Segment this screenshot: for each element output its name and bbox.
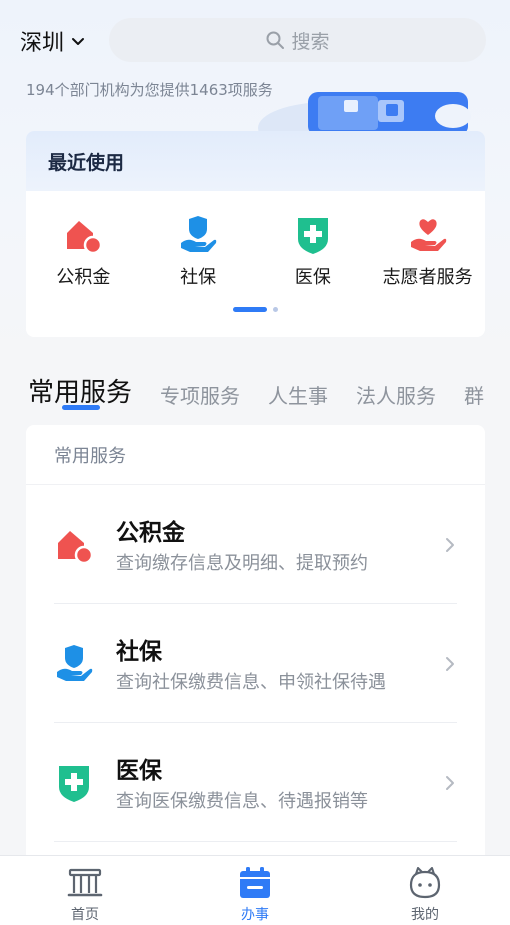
house-fund-icon — [67, 221, 103, 255]
medical-insurance-icon — [59, 766, 89, 802]
service-item-desc: 查询医保缴费信息、待遇报销等 — [116, 791, 368, 812]
recent-item-medical-insurance[interactable]: 医保 — [256, 215, 371, 289]
tab-groups[interactable]: 群 — [464, 382, 484, 410]
city-selector[interactable]: 深圳 — [20, 26, 86, 56]
tab-legal-person-services[interactable]: 法人服务 — [356, 382, 436, 410]
search-icon — [266, 31, 285, 49]
service-item-medical-insurance[interactable]: 医保 查询医保缴费信息、待遇报销等 — [54, 723, 457, 842]
city-name: 深圳 — [20, 31, 65, 56]
social-security-icon — [57, 645, 93, 681]
service-item-name: 医保 — [116, 758, 162, 784]
service-item-desc: 查询社保缴费信息、申领社保待遇 — [116, 672, 386, 693]
tab-special-services[interactable]: 专项服务 — [160, 382, 240, 410]
service-tabs: 常用服务 专项服务 人生事 法人服务 群 — [0, 360, 510, 410]
nav-label: 首页 — [71, 907, 99, 923]
service-item-house-fund[interactable]: 公积金 查询缴存信息及明细、提取预约 — [54, 485, 457, 604]
chevron-right-icon — [446, 657, 454, 671]
recent-item-label: 志愿者服务 — [382, 267, 473, 288]
tab-active-indicator — [62, 405, 100, 410]
volunteer-heart-icon — [410, 219, 446, 251]
profile-face-icon — [409, 867, 441, 899]
calendar-icon — [240, 867, 270, 898]
bottom-nav: 首页 办事 我的 — [0, 855, 510, 925]
service-list-card: 常用服务 公积金 查询缴存信息及明细、提取预约 社保 查询社保缴费信息、申领社保… — [26, 425, 485, 865]
recent-used-card: 最近使用 公积金 社保 医保 志愿者服务 — [26, 131, 485, 337]
page-indicator-dot — [273, 307, 278, 312]
recent-item-label: 公积金 — [56, 267, 111, 288]
header: 深圳 搜索 — [0, 0, 510, 80]
chevron-down-icon — [72, 38, 85, 45]
page-indicator-dot-active — [233, 307, 267, 312]
search-bar[interactable]: 搜索 — [109, 18, 486, 62]
recent-item-volunteer[interactable]: 志愿者服务 — [370, 215, 485, 289]
nav-profile[interactable]: 我的 — [340, 856, 510, 925]
service-item-social-security[interactable]: 社保 查询社保缴费信息、申领社保待遇 — [54, 604, 457, 723]
page-indicator — [26, 307, 485, 312]
recent-item-label: 社保 — [180, 267, 217, 288]
search-placeholder: 搜索 — [291, 30, 330, 53]
nav-tasks[interactable]: 办事 — [170, 856, 340, 925]
medical-insurance-icon — [297, 218, 328, 254]
recent-item-social-security[interactable]: 社保 — [141, 215, 256, 289]
service-list-title: 常用服务 — [26, 425, 485, 485]
social-security-icon — [181, 216, 217, 252]
recent-title: 最近使用 — [26, 131, 485, 191]
service-item-name: 社保 — [116, 639, 162, 665]
recent-item-label: 医保 — [294, 267, 331, 288]
service-item-name: 公积金 — [116, 520, 185, 546]
nav-home[interactable]: 首页 — [0, 856, 170, 925]
chevron-right-icon — [446, 776, 454, 790]
nav-label: 我的 — [411, 907, 439, 923]
house-fund-icon — [58, 531, 94, 565]
tab-life-events[interactable]: 人生事 — [268, 382, 328, 410]
recent-grid: 公积金 社保 医保 志愿者服务 — [26, 215, 485, 289]
nav-label: 办事 — [241, 907, 269, 923]
banner-illustration[interactable] — [258, 88, 473, 134]
chevron-right-icon — [446, 538, 454, 552]
recent-item-house-fund[interactable]: 公积金 — [26, 215, 141, 289]
home-building-icon — [67, 868, 103, 897]
service-item-desc: 查询缴存信息及明细、提取预约 — [116, 553, 368, 574]
